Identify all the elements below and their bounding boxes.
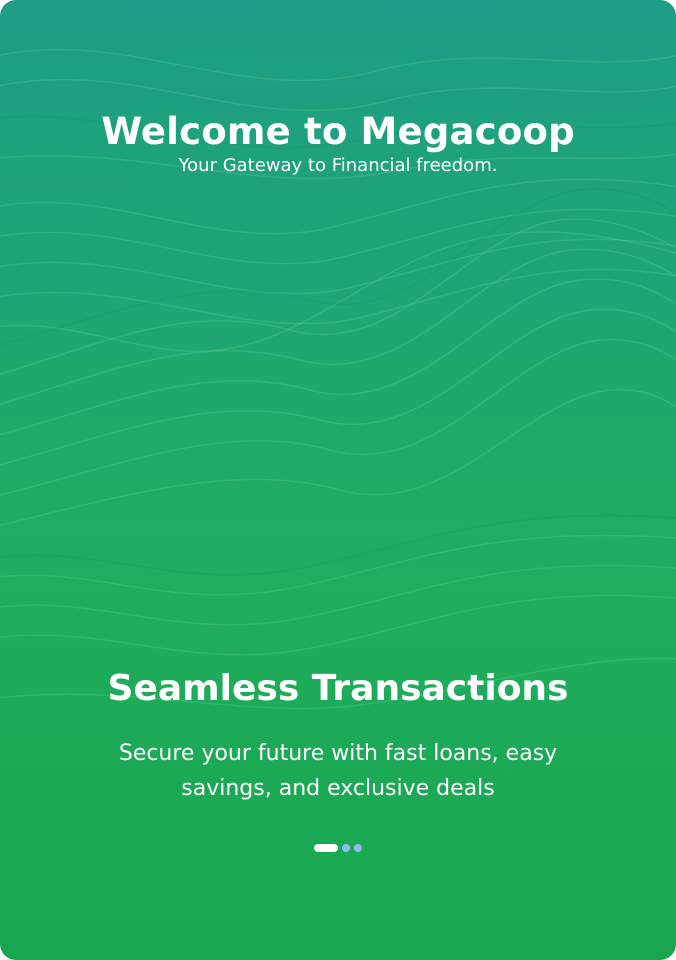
welcome-header: Welcome to Megacoop Your Gateway to Fina… [0,108,676,178]
slide-title: Seamless Transactions [107,668,569,709]
welcome-subtitle: Your Gateway to Financial freedom. [178,155,498,176]
carousel-dot-1[interactable] [314,844,338,852]
carousel-slide: Seamless Transactions Secure your future… [0,664,676,806]
welcome-title: Welcome to Megacoop [101,110,575,153]
onboarding-panel: Welcome to Megacoop Your Gateway to Fina… [0,0,676,960]
carousel-dot-3[interactable] [354,844,362,852]
carousel-pagination [0,844,676,852]
slide-description: Secure your future with fast loans, easy… [118,741,558,801]
carousel-dot-2[interactable] [342,844,350,852]
